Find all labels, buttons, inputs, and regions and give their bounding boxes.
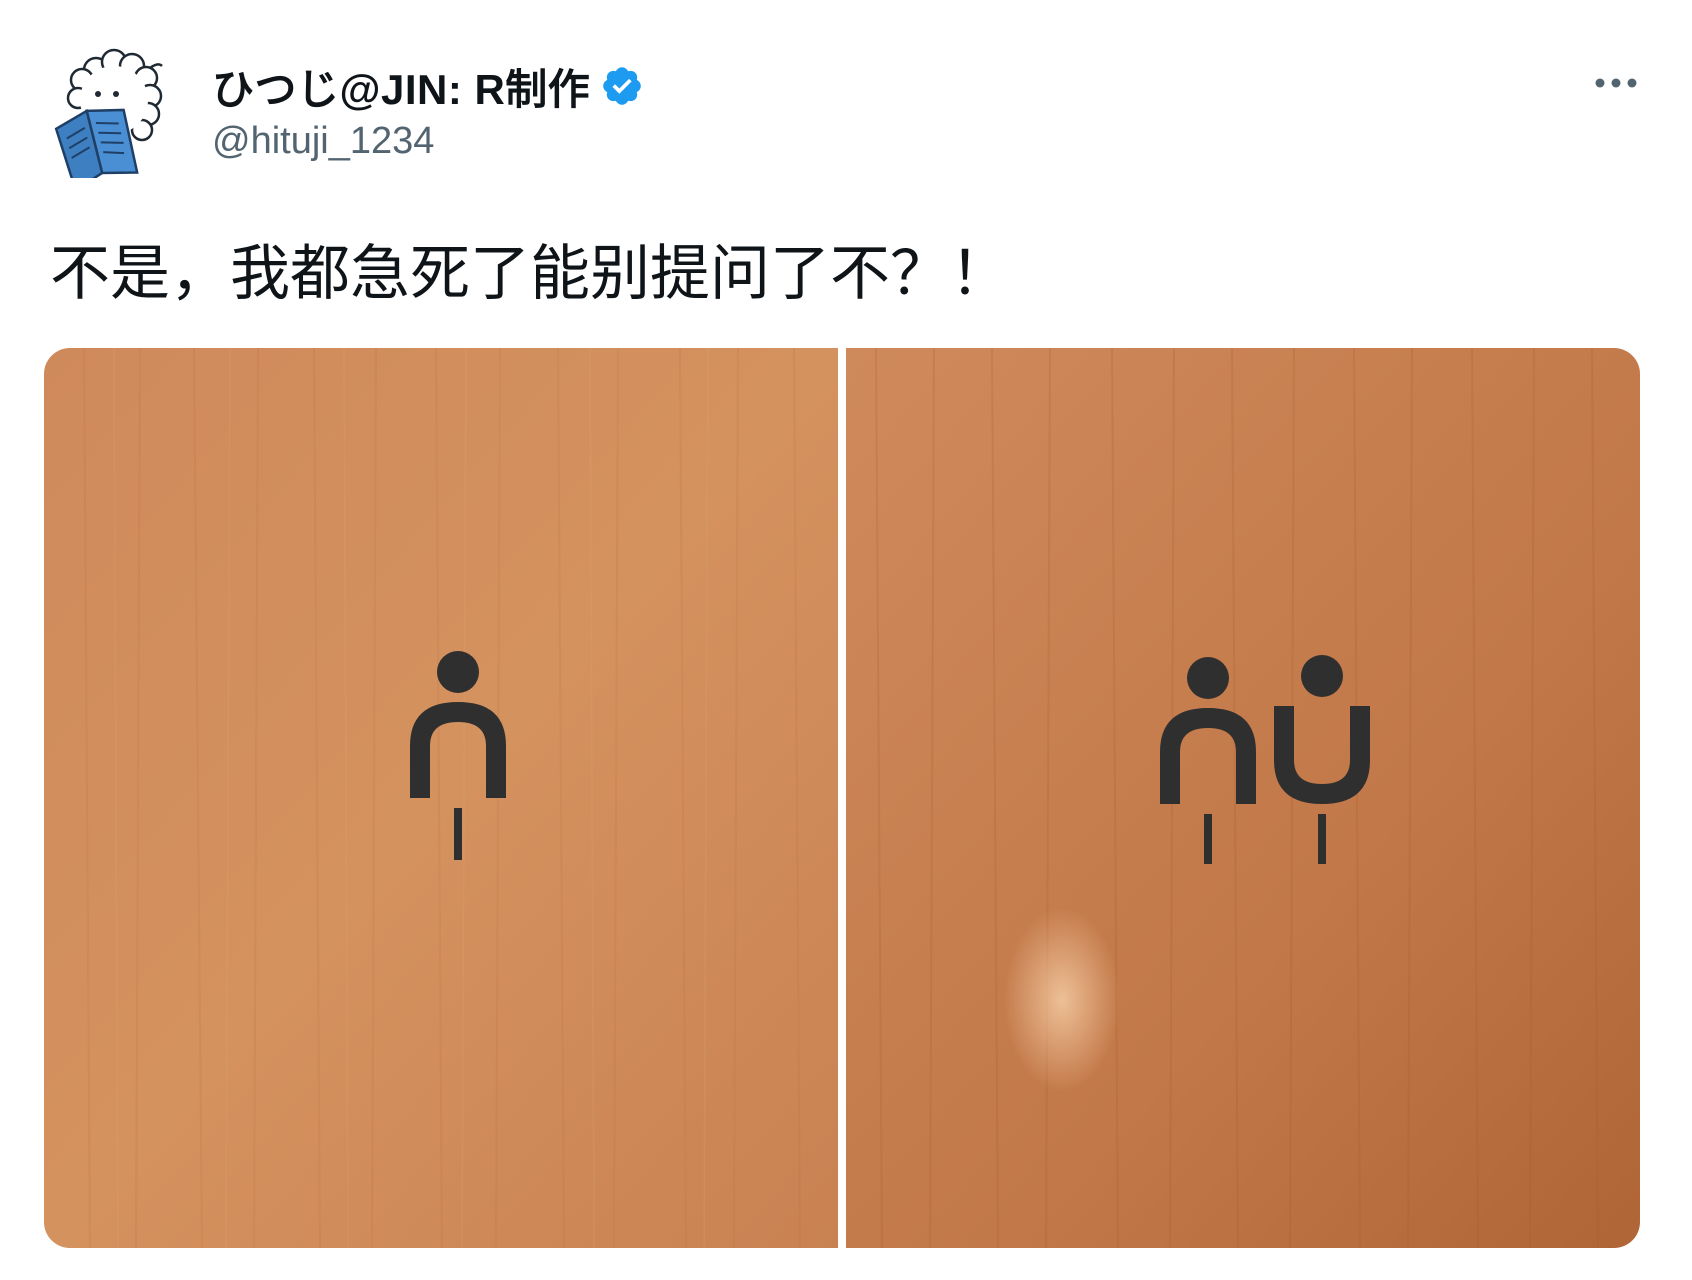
wood-door-left: [44, 348, 838, 1248]
author-handle[interactable]: @hituji_1234: [212, 120, 434, 163]
tweet-text: 不是，我都急死了能别提问了不？！: [50, 239, 1010, 309]
tweet-media: [44, 348, 1640, 1248]
tweet-photo-2[interactable]: [846, 348, 1640, 1248]
verified-badge-icon: [603, 67, 642, 105]
tweet-photo-1[interactable]: [44, 348, 838, 1248]
more-options-icon: [1595, 78, 1637, 88]
author-display-name[interactable]: ひつじ@JIN: R制作: [212, 56, 590, 117]
tweet-card: ひつじ@JIN: R制作 @hituji_1234 不是，我都急死了能别提问了不…: [0, 0, 1692, 1280]
more-options-button[interactable]: [1586, 60, 1646, 106]
sheep-reading-book-icon: [54, 48, 163, 192]
wood-door-right: [846, 348, 1640, 1248]
author-name-row: ひつじ@JIN: R制作: [212, 60, 644, 113]
author-avatar[interactable]: [52, 48, 170, 192]
